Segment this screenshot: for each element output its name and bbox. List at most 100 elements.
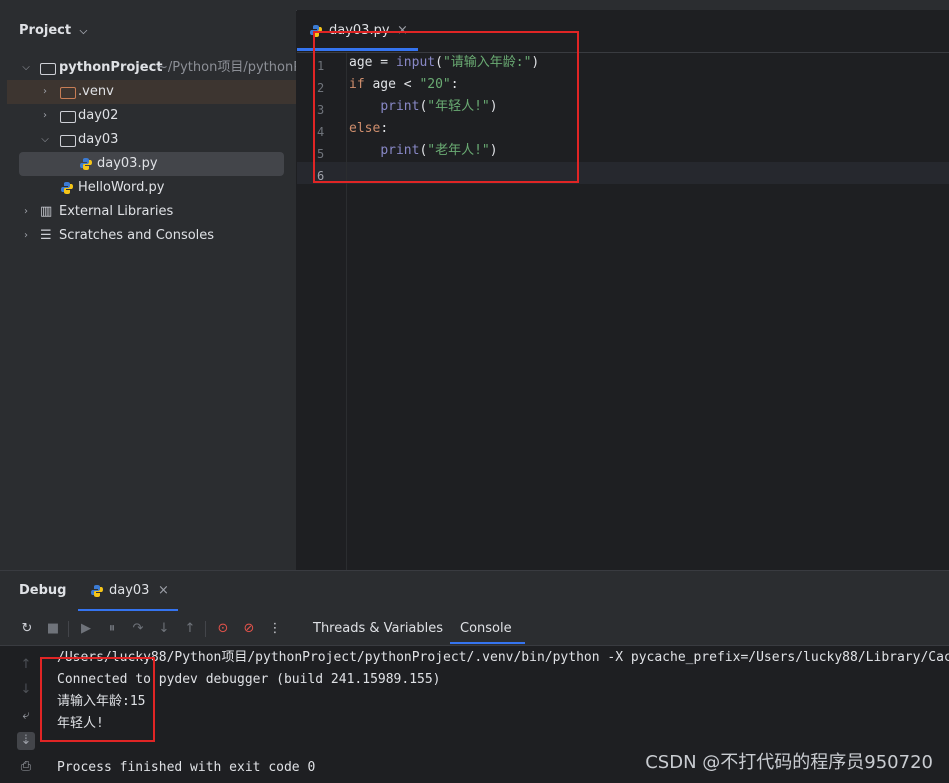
code-token: : (450, 77, 459, 92)
code-token: age < (364, 77, 420, 92)
debug-title: Debug (19, 583, 67, 598)
tab-threads-variables[interactable]: Threads & Variables (313, 621, 443, 636)
tree-root-pythonproject[interactable]: ⌵ pythonProject ~/Python项目/pythonP (7, 56, 296, 80)
soft-wrap-icon[interactable]: ⤶ (17, 707, 35, 725)
code-token: else (349, 121, 381, 136)
view-breakpoints-icon[interactable]: ⊙ (214, 620, 232, 638)
code-token: print (380, 99, 420, 114)
tree-item-helloword-py[interactable]: HelloWord.py (7, 176, 296, 200)
tree-root-path: ~/Python项目/pythonP (157, 60, 296, 75)
code-token: "年轻人!" (427, 99, 490, 114)
code-token: "请输入年龄:" (442, 55, 532, 70)
tree-item-label: day03.py (97, 156, 158, 171)
scroll-to-end-icon[interactable]: ⇣ (17, 732, 35, 750)
tree-item-venv[interactable]: › .venv (7, 80, 296, 104)
tree-item-label: day03 (78, 132, 119, 147)
editor-tab-bar: day03.py × (297, 10, 949, 53)
python-file-icon (91, 585, 103, 597)
code-token: ) (489, 143, 498, 158)
tree-item-label: External Libraries (59, 204, 174, 219)
code-token: ) (531, 55, 540, 70)
arrow-down-icon[interactable]: ↓ (17, 681, 35, 699)
line-number: 2 (317, 81, 325, 95)
step-over-icon[interactable]: ↷ (129, 620, 147, 638)
line-number: 5 (317, 147, 325, 161)
code-line-3[interactable]: print("年轻人!") (349, 96, 498, 118)
code-token: if (349, 77, 365, 92)
project-panel-header[interactable]: Project ⌵ (19, 23, 87, 38)
folder-icon (40, 63, 56, 75)
tree-item-external-libraries[interactable]: › ▥ External Libraries (7, 200, 296, 224)
line-number: 4 (317, 125, 325, 139)
console-line: Process finished with exit code 0 (57, 760, 316, 775)
line-number: 1 (317, 59, 325, 73)
project-header-label: Project (19, 23, 72, 38)
chevron-right-icon[interactable]: › (40, 104, 50, 128)
more-options-icon[interactable]: ⋮ (266, 620, 284, 638)
close-icon[interactable]: × (158, 583, 169, 598)
tree-item-day03[interactable]: ⌵ day03 (7, 128, 296, 152)
code-token: age = (349, 55, 396, 70)
tool-window-strip (0, 10, 7, 570)
arrow-up-icon[interactable]: ↑ (17, 656, 35, 674)
code-token: ( (435, 55, 443, 70)
folder-icon (60, 135, 76, 147)
active-tab-indicator (450, 642, 525, 644)
tree-item-label: .venv (78, 84, 114, 99)
console-line: /Users/lucky88/Python项目/pythonProject/py… (57, 650, 949, 665)
code-line-4[interactable]: else: (349, 118, 388, 140)
tree-item-scratches[interactable]: › ☰ Scratches and Consoles (7, 224, 296, 248)
chevron-right-icon[interactable]: › (40, 80, 50, 104)
python-file-icon (310, 25, 322, 37)
console-line: Connected to pydev debugger (build 241.1… (57, 672, 441, 687)
mute-breakpoints-icon[interactable]: ⊘ (240, 620, 258, 638)
line-number-gutter: 1 2 3 4 5 6 (297, 53, 347, 570)
tab-console[interactable]: Console (460, 621, 512, 636)
chevron-right-icon[interactable]: › (21, 200, 31, 224)
code-line-5[interactable]: print("老年人!") (349, 140, 498, 162)
tree-item-day03-py[interactable]: day03.py (19, 152, 284, 176)
step-into-icon[interactable]: ↓ (155, 620, 173, 638)
step-out-icon[interactable]: ↑ (181, 620, 199, 638)
active-tab-indicator (78, 609, 178, 611)
code-line-2[interactable]: if age < "20": (349, 74, 459, 96)
tree-item-label: day02 (78, 108, 119, 123)
library-icon: ▥ (40, 204, 53, 219)
gutter-divider (346, 53, 347, 570)
code-editor[interactable]: day03.py × 1 2 3 4 5 6 age = input("请输入年… (297, 10, 949, 570)
folder-icon (60, 87, 76, 99)
rerun-icon[interactable]: ↻ (18, 620, 36, 638)
code-token: ) (489, 99, 498, 114)
debug-header: Debug day03 × (0, 571, 949, 613)
stop-icon[interactable]: ■ (44, 620, 62, 638)
console-line: 请输入年龄:15 (57, 694, 146, 709)
resume-icon[interactable]: ▶ (77, 620, 95, 638)
tree-item-day02[interactable]: › day02 (7, 104, 296, 128)
debug-tab-label: day03 (109, 583, 150, 598)
chevron-right-icon[interactable]: › (21, 224, 31, 248)
tree-item-label: HelloWord.py (78, 180, 165, 195)
pause-icon[interactable]: ⏸ (103, 620, 121, 638)
console-side-toolbar: ↑ ↓ ⤶ ⇣ ⎙ (0, 646, 40, 783)
console-line: 年轻人! (57, 716, 104, 731)
code-token: "20" (419, 77, 451, 92)
python-file-icon (61, 182, 73, 194)
chevron-down-icon: ⌵ (79, 26, 88, 37)
debug-toolbar: ↻ ■ ▶ ⏸ ↷ ↓ ↑ ⊙ ⊘ ⋮ Threads & Variables … (0, 613, 949, 646)
code-line-1[interactable]: age = input("请输入年龄:") (349, 52, 539, 74)
tree-root-label: pythonProject (59, 60, 163, 75)
close-icon[interactable]: × (397, 23, 408, 38)
tree-item-label: Scratches and Consoles (59, 228, 215, 243)
chevron-down-icon[interactable]: ⌵ (21, 56, 31, 80)
chevron-down-icon[interactable]: ⌵ (40, 128, 50, 152)
scratches-icon: ☰ (40, 228, 52, 243)
editor-tab-label: day03.py (329, 23, 390, 38)
line-number: 3 (317, 103, 325, 117)
python-file-icon (80, 158, 92, 170)
code-token: print (380, 143, 420, 158)
code-token: input (395, 55, 436, 70)
print-icon[interactable]: ⎙ (17, 758, 35, 776)
project-panel: Project ⌵ ⌵ pythonProject ~/Python项目/pyt… (7, 10, 296, 570)
